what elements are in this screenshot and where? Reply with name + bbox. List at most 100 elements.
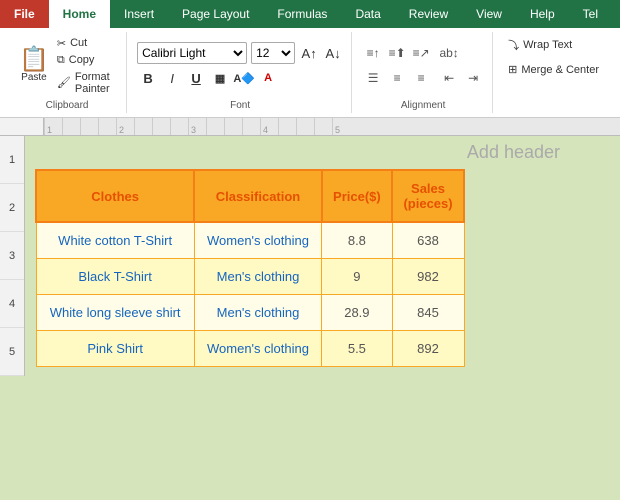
cell-sales-3[interactable]: 845 bbox=[392, 295, 464, 331]
align-right-button[interactable]: ≡ bbox=[410, 67, 432, 89]
wrap-merge-group: ⤵ Wrap Text ⊞ Merge & Center Alignment bbox=[495, 32, 612, 113]
ruler-mark bbox=[170, 118, 188, 135]
font-size-select[interactable]: 12 bbox=[251, 42, 295, 64]
paste-button[interactable]: 📋 Paste bbox=[16, 45, 52, 86]
indent-increase-button[interactable]: ⇥ bbox=[462, 67, 484, 89]
ruler-mark: 5 bbox=[332, 118, 350, 135]
ribbon-tabs: File Home Insert Page Layout Formulas Da… bbox=[0, 0, 620, 28]
clipboard-group: 📋 Paste ✂ Cut ⧉ Copy 🖌 Format Painter C bbox=[8, 32, 127, 113]
cell-price-3[interactable]: 28.9 bbox=[322, 295, 392, 331]
cell-class-2[interactable]: Men's clothing bbox=[194, 259, 321, 295]
tab-review[interactable]: Review bbox=[395, 0, 462, 28]
cell-class-4[interactable]: Women's clothing bbox=[194, 331, 321, 367]
col-header-clothes: Clothes bbox=[36, 170, 194, 222]
align-controls: ≡↑ ≡⬆ ≡↗ ab↕ ☰ ≡ ≡ ⇤ ⇥ bbox=[362, 42, 484, 89]
ruler-mark bbox=[80, 118, 98, 135]
align-row1: ≡↑ ≡⬆ ≡↗ ab↕ bbox=[362, 42, 484, 64]
cell-class-3[interactable]: Men's clothing bbox=[194, 295, 321, 331]
border-button[interactable]: ▦ bbox=[209, 67, 231, 89]
merge-center-label: Merge & Center bbox=[521, 64, 599, 76]
corner-cell bbox=[0, 118, 44, 136]
tab-tel[interactable]: Tel bbox=[569, 0, 612, 28]
ruler-mark bbox=[242, 118, 260, 135]
cell-price-1[interactable]: 8.8 bbox=[322, 222, 392, 259]
wrap-text-label: Wrap Text bbox=[523, 39, 572, 51]
italic-button[interactable]: I bbox=[161, 67, 183, 89]
tab-file[interactable]: File bbox=[0, 0, 49, 28]
copy-button[interactable]: ⧉ Copy bbox=[54, 53, 118, 68]
ruler-mark bbox=[224, 118, 242, 135]
font-group: Calibri Light 12 A↑ A↓ B I U ▦ A🔷 A bbox=[129, 32, 352, 113]
cell-sales-1[interactable]: 638 bbox=[392, 222, 464, 259]
format-painter-button[interactable]: 🖌 Format Painter bbox=[54, 70, 118, 96]
align-left-button[interactable]: ☰ bbox=[362, 67, 384, 89]
cell-class-1[interactable]: Women's clothing bbox=[194, 222, 321, 259]
paint-brush-icon: 🖌 bbox=[57, 76, 71, 89]
ruler-mark bbox=[296, 118, 314, 135]
row-numbers: 1 2 3 4 5 bbox=[0, 136, 25, 376]
font-family-select[interactable]: Calibri Light bbox=[137, 42, 247, 64]
ruler-marks: 1 2 3 4 5 bbox=[44, 118, 620, 135]
add-header-placeholder: Add header bbox=[35, 142, 620, 169]
row-num-3: 3 bbox=[0, 232, 24, 280]
cell-clothes-2[interactable]: Black T-Shirt bbox=[36, 259, 194, 295]
underline-button[interactable]: U bbox=[185, 67, 207, 89]
font-group-label: Font bbox=[129, 100, 351, 111]
font-color-button[interactable]: A bbox=[257, 67, 279, 89]
ruler-mark: 4 bbox=[260, 118, 278, 135]
cell-sales-2[interactable]: 982 bbox=[392, 259, 464, 295]
cell-sales-4[interactable]: 892 bbox=[392, 331, 464, 367]
ruler-mark: 2 bbox=[116, 118, 134, 135]
alignment-group-label: Alignment bbox=[354, 100, 492, 111]
font-row2: B I U ▦ A🔷 A bbox=[137, 67, 343, 89]
indent-decrease-button[interactable]: ⇤ bbox=[438, 67, 460, 89]
tab-insert[interactable]: Insert bbox=[110, 0, 168, 28]
cell-price-4[interactable]: 5.5 bbox=[322, 331, 392, 367]
align-top-center-button[interactable]: ≡⬆ bbox=[386, 42, 408, 64]
row-num-2: 2 bbox=[0, 184, 24, 232]
tab-page-layout[interactable]: Page Layout bbox=[168, 0, 263, 28]
ruler-mark: 1 bbox=[44, 118, 62, 135]
font-decrease-button[interactable]: A↓ bbox=[323, 43, 343, 63]
copy-label: Copy bbox=[69, 54, 95, 66]
fill-color-button[interactable]: A🔷 bbox=[233, 67, 255, 89]
format-painter-label: Format Painter bbox=[75, 71, 115, 95]
font-increase-button[interactable]: A↑ bbox=[299, 43, 319, 63]
cut-button[interactable]: ✂ Cut bbox=[54, 36, 118, 51]
cell-clothes-3[interactable]: White long sleeve shirt bbox=[36, 295, 194, 331]
cut-label: Cut bbox=[70, 37, 87, 49]
tab-help[interactable]: Help bbox=[516, 0, 569, 28]
merge-center-button[interactable]: ⊞ Merge & Center bbox=[503, 60, 604, 79]
table-content-area: Add header Clothes Classification Price(… bbox=[25, 136, 620, 376]
font-row1: Calibri Light 12 A↑ A↓ bbox=[137, 42, 343, 64]
tab-view[interactable]: View bbox=[462, 0, 516, 28]
scissors-icon: ✂ bbox=[57, 37, 66, 50]
table-row: Black T-Shirt Men's clothing 9 982 bbox=[36, 259, 464, 295]
data-table: Clothes Classification Price($) Sales(pi… bbox=[35, 169, 465, 367]
cell-clothes-1[interactable]: White cotton T-Shirt bbox=[36, 222, 194, 259]
wrap-group-content: ⤵ Wrap Text ⊞ Merge & Center bbox=[503, 34, 604, 93]
align-center-button[interactable]: ≡ bbox=[386, 67, 408, 89]
tab-home[interactable]: Home bbox=[49, 0, 110, 28]
ruler-area: 1 2 3 4 5 bbox=[0, 118, 620, 136]
font-controls: Calibri Light 12 A↑ A↓ B I U ▦ A🔷 A bbox=[137, 42, 343, 89]
wrap-text-icon: ⤵ bbox=[508, 37, 519, 53]
cell-clothes-4[interactable]: Pink Shirt bbox=[36, 331, 194, 367]
paste-label: Paste bbox=[21, 72, 47, 83]
ruler-mark bbox=[98, 118, 116, 135]
align-top-right-button[interactable]: ≡↗ bbox=[410, 42, 432, 64]
alignment-group: ≡↑ ≡⬆ ≡↗ ab↕ ☰ ≡ ≡ ⇤ ⇥ Alignment bbox=[354, 32, 493, 113]
sheet-area: 1 2 3 4 5 Add header Clothes Classificat… bbox=[0, 136, 620, 376]
cell-price-2[interactable]: 9 bbox=[322, 259, 392, 295]
text-direction-button[interactable]: ab↕ bbox=[438, 42, 460, 64]
tab-formulas[interactable]: Formulas bbox=[263, 0, 341, 28]
ruler-mark: 3 bbox=[188, 118, 206, 135]
paste-icon: 📋 bbox=[19, 48, 49, 72]
bold-button[interactable]: B bbox=[137, 67, 159, 89]
wrap-text-button[interactable]: ⤵ Wrap Text bbox=[503, 34, 604, 56]
align-top-left-button[interactable]: ≡↑ bbox=[362, 42, 384, 64]
merge-icon: ⊞ bbox=[508, 63, 517, 76]
col-header-classification: Classification bbox=[194, 170, 321, 222]
tab-data[interactable]: Data bbox=[341, 0, 394, 28]
row-num-1: 1 bbox=[0, 136, 24, 184]
